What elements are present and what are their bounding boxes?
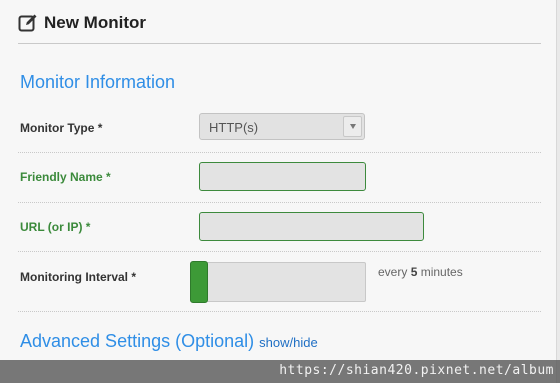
friendly-name-row: Friendly Name * [18,153,541,203]
interval-slider[interactable] [190,261,366,303]
show-hide-link[interactable]: show/hide [259,335,318,350]
monitor-information-heading: Monitor Information [20,72,176,92]
panel-header: New Monitor [18,12,541,44]
friendly-name-label: Friendly Name * [20,170,111,184]
new-monitor-panel: New Monitor Monitor Information Monitor … [0,0,557,383]
slider-handle[interactable] [190,261,208,303]
watermark-text: https://shian420.pixnet.net/album [279,363,554,378]
url-row: URL (or IP) * [18,203,541,252]
monitor-type-select[interactable]: HTTP(s) [199,113,365,140]
monitor-type-row: Monitor Type * HTTP(s) [18,104,541,153]
friendly-name-input[interactable] [199,162,366,191]
interval-label: Monitoring Interval * [20,270,137,284]
advanced-settings-heading: Advanced Settings (Optional) [20,331,255,351]
interval-readout: every 5 minutes [378,265,463,279]
monitor-type-value: HTTP(s) [209,120,259,135]
advanced-settings: Advanced Settings (Optional) show/hide [20,331,318,352]
watermark-bar: https://shian420.pixnet.net/album [0,360,560,383]
interval-prefix: every [378,265,411,279]
edit-icon [18,14,37,32]
url-label: URL (or IP) * [20,220,91,234]
page-title: New Monitor [44,13,146,32]
interval-suffix: minutes [417,265,463,279]
dropdown-arrow-icon[interactable] [343,116,362,137]
monitor-type-label: Monitor Type * [20,121,103,135]
interval-row: Monitoring Interval * [18,252,541,312]
url-input[interactable] [199,212,424,241]
